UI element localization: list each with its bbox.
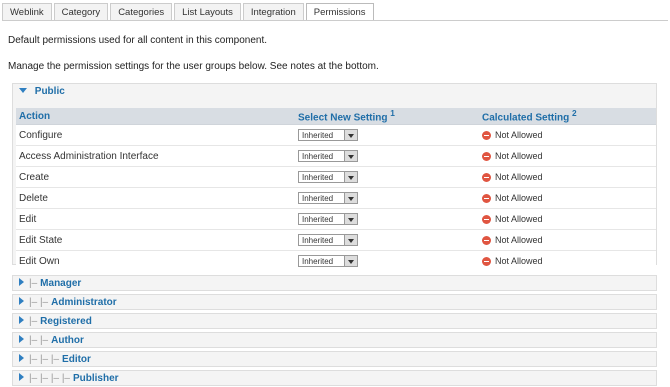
permissions-table: Action Select New Setting 1 Calculated S… [16,108,656,271]
tab-permissions[interactable]: Permissions [305,3,374,21]
group-toggle-administrator[interactable]: |– |– Administrator [13,295,656,311]
setting-select[interactable]: Inherited [298,255,358,267]
chevron-down-icon [344,256,357,266]
group-panel-manager: |– Manager [12,275,657,291]
group-name: Editor [62,354,91,365]
group-panel-editor: |– |– |– Editor [12,351,657,367]
group-toggle-public[interactable]: Public [13,84,656,100]
tab-divider [2,20,668,21]
group-indent: |– |– [29,297,49,308]
table-header-row: Action Select New Setting 1 Calculated S… [16,108,656,125]
table-row: Create Inherited Not Allowed [16,166,656,188]
footnote-1: 1 [390,108,395,119]
tab-categories[interactable]: Categories [110,3,173,20]
setting-select-value: Inherited [302,194,334,203]
setting-select[interactable]: Inherited [298,192,358,204]
triangle-right-icon [19,373,24,382]
setting-select-value: Inherited [302,236,334,245]
calculated-value: Not Allowed [495,255,543,266]
setting-select-value: Inherited [302,131,334,140]
table-row: Edit Inherited Not Allowed [16,208,656,230]
not-allowed-icon [482,215,491,225]
group-indent: |– [29,316,38,327]
group-toggle-manager[interactable]: |– Manager [13,276,656,292]
tab-weblink[interactable]: Weblink [2,3,52,20]
triangle-down-icon [19,87,27,93]
calculated-value: Not Allowed [495,213,543,224]
chevron-down-icon [344,151,357,161]
action-label: Delete [16,187,295,209]
group-name: Administrator [51,297,117,308]
group-toggle-editor[interactable]: |– |– |– Editor [13,352,656,368]
setting-select-value: Inherited [302,152,334,161]
calculated-value: Not Allowed [495,234,543,245]
intro-text: Default permissions used for all content… [8,35,268,46]
tab-bar: Weblink Category Categories List Layouts… [2,3,376,21]
setting-select[interactable]: Inherited [298,234,358,246]
group-toggle-registered[interactable]: |– Registered [13,314,656,330]
not-allowed-icon [482,131,491,141]
footnote-2: 2 [572,108,577,119]
not-allowed-icon [482,257,491,267]
group-name: Publisher [72,373,119,384]
group-indent: |– |– |– [29,354,60,365]
group-name: Author [51,335,84,346]
not-allowed-icon [482,236,491,246]
group-panel-author: |– |– Author [12,332,657,348]
action-label: Edit State [16,229,295,251]
triangle-right-icon [19,297,24,306]
group-panel-administrator: |– |– Administrator [12,294,657,310]
action-label: Configure [16,124,295,146]
manage-note: Manage the permission settings for the u… [8,61,379,72]
triangle-right-icon [19,354,24,363]
table-row: Configure Inherited Not Allowed [16,124,656,146]
not-allowed-icon [482,194,491,204]
group-indent: |– |– [29,335,49,346]
chevron-down-icon [344,193,357,203]
group-name: Registered [40,316,92,327]
table-row: Edit State Inherited Not Allowed [16,229,656,251]
group-panel-registered: |– Registered [12,313,657,329]
group-toggle-author[interactable]: |– |– Author [13,333,656,349]
group-name: Manager [40,278,82,289]
table-row: Edit Own Inherited Not Allowed [16,250,656,271]
calculated-value: Not Allowed [495,150,543,161]
table-row: Access Administration Interface Inherited… [16,145,656,167]
group-name: Public [34,86,65,97]
table-row: Delete Inherited Not Allowed [16,187,656,209]
group-indent: |– |– |– |– [29,373,70,384]
action-label: Edit [16,208,295,230]
action-label: Create [16,166,295,188]
tab-integration[interactable]: Integration [242,3,304,20]
group-toggle-publisher[interactable]: |– |– |– |– Publisher [13,371,656,387]
calculated-value: Not Allowed [495,171,543,182]
tab-category[interactable]: Category [53,3,109,20]
calculated-value: Not Allowed [495,192,543,203]
setting-select[interactable]: Inherited [298,213,358,225]
setting-select[interactable]: Inherited [298,171,358,183]
column-action: Action [16,108,295,125]
column-calculated-setting: Calculated Setting 2 [479,108,656,125]
group-indent: |– [29,278,38,289]
chevron-down-icon [344,235,357,245]
setting-select[interactable]: Inherited [298,129,358,141]
group-panel-publisher: |– |– |– |– Publisher [12,370,657,386]
column-select-new-setting: Select New Setting 1 [295,108,479,125]
triangle-right-icon [19,335,24,344]
action-label: Access Administration Interface [16,145,295,167]
setting-select[interactable]: Inherited [298,150,358,162]
not-allowed-icon [482,152,491,162]
action-label: Edit Own [16,250,295,271]
tab-list-layouts[interactable]: List Layouts [174,3,241,20]
triangle-right-icon [19,278,24,287]
chevron-down-icon [344,130,357,140]
setting-select-value: Inherited [302,173,334,182]
calculated-value: Not Allowed [495,129,543,140]
triangle-right-icon [19,316,24,325]
setting-select-value: Inherited [302,215,334,224]
setting-select-value: Inherited [302,257,334,266]
chevron-down-icon [344,214,357,224]
not-allowed-icon [482,173,491,183]
chevron-down-icon [344,172,357,182]
